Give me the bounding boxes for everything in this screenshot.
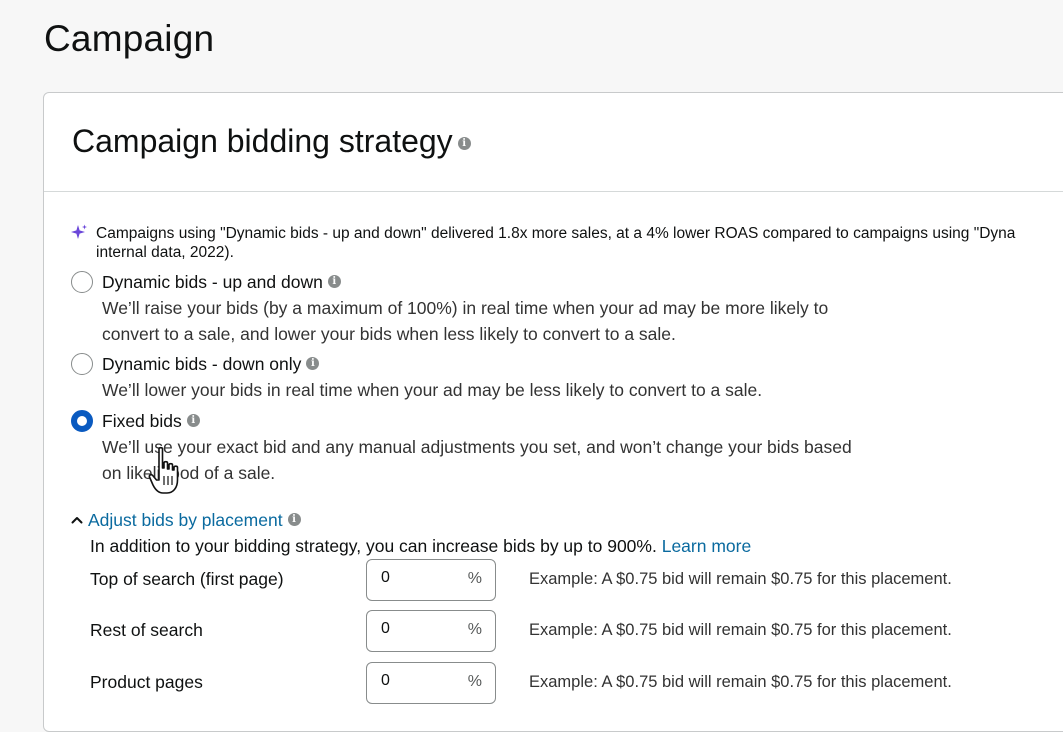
placement-example: Example: A $0.75 bid will remain $0.75 f… [529,621,952,639]
placement-intro-text: In addition to your bidding strategy, yo… [90,536,657,556]
radio-dynamic-up-down[interactable] [71,271,93,293]
info-icon[interactable]: i [287,512,301,526]
adjust-bids-placement-toggle[interactable]: Adjust bids by placement i [70,510,301,531]
toggle-label: Adjust bids by placement [88,510,283,530]
ai-note-line: Campaigns using "Dynamic bids - up and d… [96,225,1016,242]
placement-row-product-pages: Product pages % Example: A $0.75 bid wil… [90,662,1063,706]
card-header: Campaign bidding strategy i [44,93,1063,192]
placement-label: Rest of search [90,620,203,640]
desc-line: We’ll use your exact bid and any manual … [102,437,852,457]
info-icon[interactable]: i [186,413,200,427]
option-label: Dynamic bids - up and down [102,272,323,292]
placement-input-box[interactable]: % [366,610,496,652]
percent-input[interactable] [381,672,461,690]
percent-symbol: % [467,621,482,638]
option-label: Fixed bids [102,411,182,431]
learn-more-link[interactable]: Learn more [662,536,752,556]
desc-line: on likelihood of a sale. [102,463,276,483]
ai-insight-note: Campaigns using "Dynamic bids - up and d… [70,224,1063,262]
radio-dynamic-down-only[interactable] [71,353,93,375]
desc-line: convert to a sale, and lower your bids w… [102,324,676,344]
option-description: We’ll raise your bids (by a maximum of 1… [102,295,882,347]
placement-example: Example: A $0.75 bid will remain $0.75 f… [529,570,952,588]
page-title: Campaign [44,18,215,59]
placement-row-top-of-search: Top of search (first page) % Example: A … [90,559,1063,603]
placement-example: Example: A $0.75 bid will remain $0.75 f… [529,673,952,691]
placement-label: Top of search (first page) [90,569,284,589]
placement-input-box[interactable]: % [366,662,496,704]
placement-row-rest-of-search: Rest of search % Example: A $0.75 bid wi… [90,610,1063,654]
option-description: We’ll use your exact bid and any manual … [102,434,882,486]
ai-note-line: internal data, 2022). [96,244,234,261]
desc-line: We’ll raise your bids (by a maximum of 1… [102,298,829,318]
card-title-text: Campaign bidding strategy [72,123,453,159]
placement-input-box[interactable]: % [366,559,496,601]
option-label: Dynamic bids - down only [102,354,302,374]
placement-label: Product pages [90,672,203,692]
desc-line: We’ll lower your bids in real time when … [102,380,763,400]
percent-input[interactable] [381,569,461,587]
option-description: We’ll lower your bids in real time when … [102,377,882,403]
info-icon[interactable]: i [306,356,320,370]
card-title: Campaign bidding strategy i [72,123,471,160]
placement-intro: In addition to your bidding strategy, yo… [90,536,751,557]
percent-symbol: % [467,570,482,587]
chevron-up-icon [71,517,83,524]
radio-fixed-bids[interactable] [71,410,93,432]
percent-input[interactable] [381,620,461,638]
info-icon[interactable]: i [327,274,341,288]
percent-symbol: % [467,673,482,690]
sparkle-icon [71,224,87,239]
info-icon[interactable]: i [457,137,471,151]
